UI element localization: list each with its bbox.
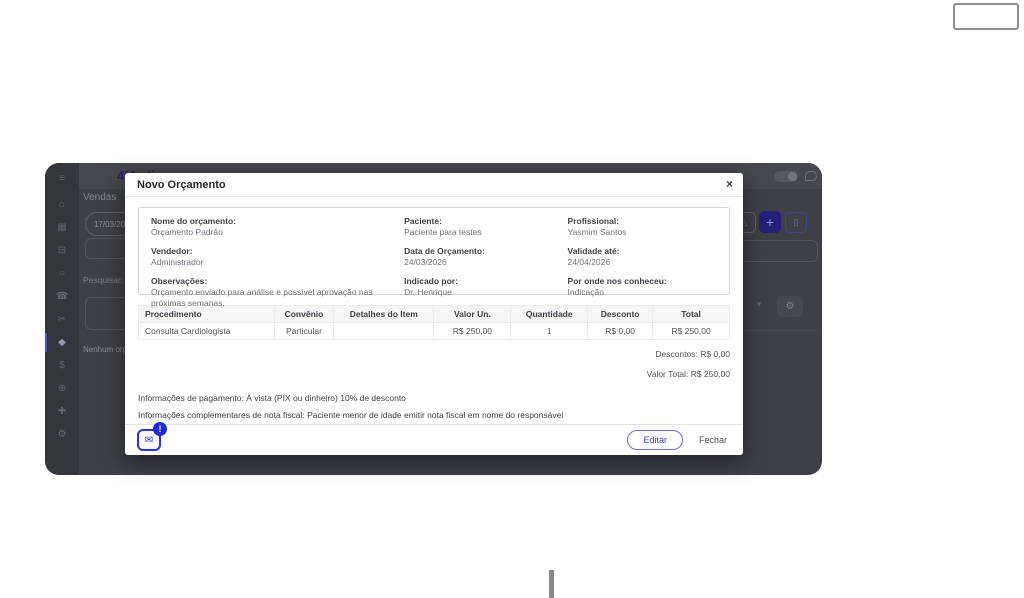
field-value: 24/03/2026: [404, 257, 447, 268]
field-label: Validade até:: [567, 246, 620, 257]
info-field: Validade até: 24/04/2026: [568, 246, 717, 268]
info-field: Observações: Orçamento enviado para análi…: [151, 276, 390, 309]
text-caret: [549, 570, 554, 598]
popup-box: [953, 3, 1019, 30]
table-row: Consulta Cardiologista Particular R$ 250,0…: [138, 322, 730, 340]
phone-icon: ☎: [55, 290, 69, 302]
health-icon: ✚: [57, 405, 67, 417]
close-icon[interactable]: ×: [726, 177, 733, 191]
field-value: Yasmim Santos: [567, 227, 627, 238]
document-button[interactable]: ▯: [785, 212, 807, 233]
sidebar-item-health[interactable]: ✚: [45, 400, 79, 423]
field-label: Data de Orçamento:: [404, 246, 485, 257]
note-line: Informações de pagamento: À vista (PIX o…: [138, 393, 406, 403]
toggle-knob-icon: [788, 172, 797, 181]
scissors-icon: ✂: [57, 313, 67, 325]
plus-icon: +: [765, 214, 775, 230]
menu-icon: ≡: [59, 172, 65, 184]
sidebar-item-scissors[interactable]: ✂: [45, 308, 79, 331]
field-value: 24/04/2026: [567, 257, 611, 268]
field-value: Dr. Henrique: [404, 287, 452, 298]
field-value: Paciente para testes: [404, 227, 482, 238]
calendar-icon: ▦: [57, 221, 67, 233]
field-value: Orçamento enviado para análise e possíve…: [151, 287, 373, 309]
field-value: Orçamento Padrão: [151, 227, 223, 238]
info-field: Profissional: Yasmim Santos: [568, 216, 717, 238]
editar-button[interactable]: Editar: [627, 430, 683, 450]
web-icon: ⊕: [57, 382, 67, 394]
field-label: Indicado por:: [404, 276, 458, 287]
tag-icon: ◆: [58, 336, 66, 348]
table-cell: Consulta Cardiologista: [138, 322, 275, 340]
toolbar-panel: [735, 240, 818, 262]
fechar-button[interactable]: Fechar: [699, 435, 727, 445]
info-field: Data de Orçamento: 24/03/2026: [404, 246, 553, 268]
field-label: Profissional:: [567, 216, 620, 226]
table-cell: 1: [510, 322, 589, 340]
table-cell: R$ 250,00: [433, 322, 512, 340]
items-table: Procedimento Convênio Detalhes do Item Valo…: [138, 305, 730, 340]
finance-icon: $: [59, 359, 65, 371]
notes-block: Informações de pagamento: À vista (PIX o…: [138, 393, 730, 420]
info-field: Por onde nos conheceu: Indicação: [568, 276, 717, 309]
field-label: Vendedor:: [151, 246, 193, 257]
summary-line: Valor Total: R$ 250,00: [646, 369, 730, 379]
totals-summary: Descontos: R$ 0,00 Valor Total: R$ 250,00: [138, 349, 730, 379]
screen: 4Medic ? ≡⌂▦⊟○☎✂◆$⊕✚⚙ Vendas 17/03/2026 …: [0, 0, 1024, 598]
sidebar-item-finance[interactable]: $: [45, 354, 79, 377]
home-icon: ⌂: [58, 198, 66, 210]
send-email-button[interactable]: ✉ !: [137, 422, 167, 451]
modal-title: Novo Orçamento: [137, 178, 226, 191]
summary-line: Descontos: R$ 0,00: [655, 349, 730, 359]
theme-toggle[interactable]: [774, 171, 798, 182]
info-field: Nome do orçamento: Orçamento Padrão: [151, 216, 390, 238]
sidebar-item-settings[interactable]: ⚙: [45, 423, 79, 446]
sidebar-item-transport[interactable]: ⊟: [45, 239, 79, 262]
quote-info-panel: Nome do orçamento: Orçamento Padrão Pacien…: [138, 207, 730, 308]
chat-icon[interactable]: [805, 171, 817, 181]
table-cell: Particular: [273, 322, 335, 340]
field-label: Nome do orçamento:: [151, 216, 237, 226]
alert-badge: !: [153, 422, 167, 436]
novo-orcamento-modal: Novo Orçamento × Nome do orçamento: Orçam…: [125, 173, 743, 455]
envelope-icon: ✉: [144, 434, 154, 446]
patients-icon: ○: [58, 267, 66, 279]
sidebar-item-patients[interactable]: ○: [45, 262, 79, 285]
info-field: Vendedor: Administrador: [151, 246, 390, 268]
modal-footer: ✉ ! Editar Fechar: [125, 422, 743, 455]
field-label: Observações:: [151, 276, 208, 287]
sidebar-item-tag[interactable]: ◆: [45, 331, 79, 354]
info-field: Indicado por: Dr. Henrique: [404, 276, 553, 309]
info-field: Paciente: Paciente para testes: [404, 216, 553, 238]
field-label: Por onde nos conheceu:: [567, 276, 667, 287]
table-cell: R$ 250,00: [652, 322, 730, 340]
sidebar-item-web[interactable]: ⊕: [45, 377, 79, 400]
settings-button[interactable]: ⚙: [777, 296, 803, 317]
field-value: Administrador: [151, 257, 204, 268]
add-button[interactable]: +: [759, 211, 781, 233]
gear-icon: ⚙: [785, 301, 795, 312]
settings-icon: ⚙: [57, 428, 67, 440]
filter-caret-icon[interactable]: ▼: [755, 300, 763, 309]
search-label: Pesquisar:: [83, 275, 124, 285]
transport-icon: ⊟: [57, 244, 67, 256]
sidebar-item-home[interactable]: ⌂: [45, 193, 79, 216]
sidebar-item-calendar[interactable]: ▦: [45, 216, 79, 239]
table-cell: R$ 0,00: [587, 322, 654, 340]
table-cell: [333, 322, 435, 340]
modal-body: Nome do orçamento: Orçamento Padrão Pacien…: [125, 197, 743, 420]
sidebar: ≡ ⌂ ▦ ⊟ ○ ☎ ✂ ◆ $ ⊕ ✚ ⚙: [45, 163, 79, 475]
sidebar-item-phone[interactable]: ☎: [45, 285, 79, 308]
field-label: Paciente:: [404, 216, 442, 226]
sidebar-item-menu[interactable]: ≡: [45, 167, 79, 190]
note-line: Informações complementares de nota fisca…: [138, 410, 564, 420]
field-value: Indicação: [567, 287, 604, 298]
modal-header: Novo Orçamento ×: [125, 173, 743, 197]
divider: [735, 330, 818, 331]
document-icon: ▯: [793, 217, 799, 227]
page-title: Vendas: [83, 192, 117, 203]
footer-actions: Editar Fechar: [627, 430, 731, 450]
